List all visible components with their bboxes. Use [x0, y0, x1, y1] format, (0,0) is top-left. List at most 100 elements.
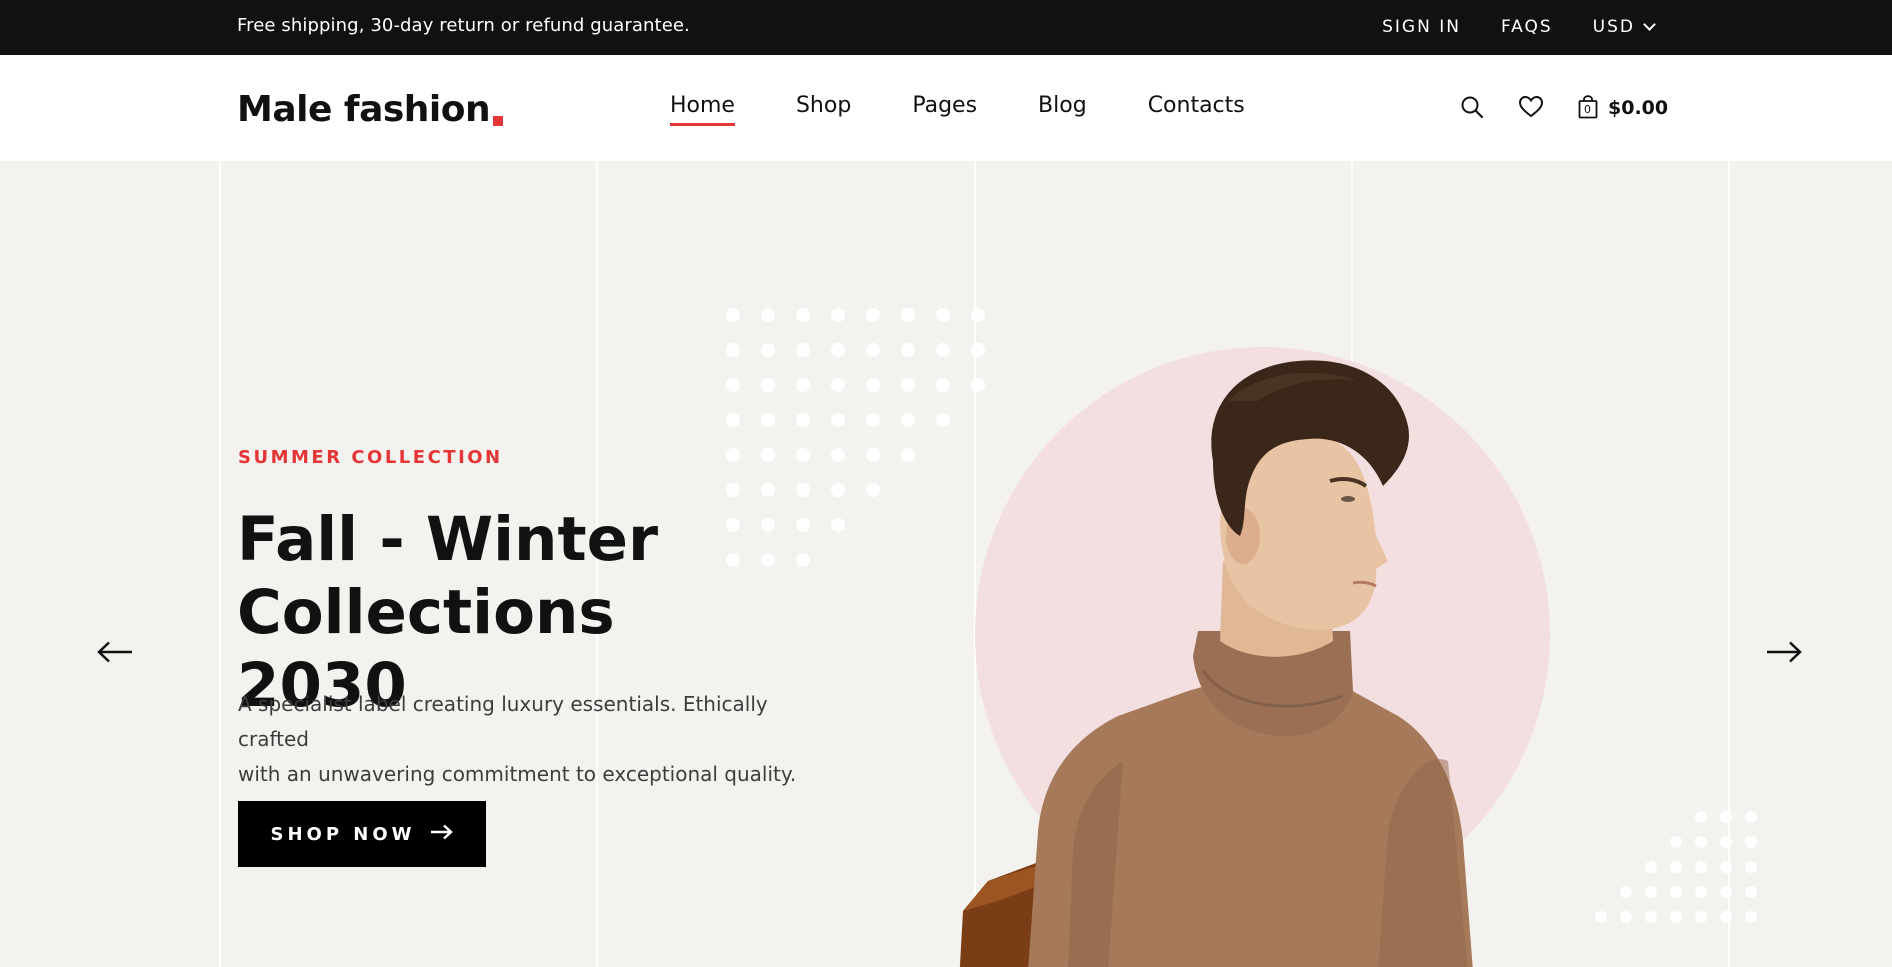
nav-shop[interactable]: Shop — [796, 93, 851, 118]
dot — [1645, 886, 1657, 898]
dot — [866, 308, 880, 322]
logo[interactable]: Male fashion — [237, 89, 504, 130]
shop-now-label: SHOP NOW — [270, 823, 416, 845]
dot — [1670, 911, 1682, 923]
hero-title-line-1: Fall - Winter — [237, 504, 659, 575]
dot — [726, 343, 740, 357]
hero-description-line-2: with an unwavering commitment to excepti… — [238, 762, 797, 786]
dot — [796, 518, 810, 532]
dot — [1720, 836, 1732, 848]
dot — [796, 343, 810, 357]
dot — [866, 413, 880, 427]
dot — [901, 448, 915, 462]
hero-slider: SUMMER COLLECTION Fall - Winter Collecti… — [0, 161, 1892, 967]
main-header: Male fashion Home Shop Pages Blog Contac… — [0, 55, 1892, 161]
logo-dot — [493, 116, 504, 126]
dot — [1695, 911, 1707, 923]
nav-contacts[interactable]: Contacts — [1148, 93, 1245, 118]
dot — [761, 343, 775, 357]
dot — [936, 413, 950, 427]
dot — [1695, 811, 1707, 823]
dot — [796, 413, 810, 427]
dot — [1695, 861, 1707, 873]
dot — [761, 413, 775, 427]
dot — [761, 483, 775, 497]
currency-selector[interactable]: USD — [1592, 17, 1656, 37]
cart-count: 0 — [1584, 103, 1591, 116]
dot — [726, 308, 740, 322]
dot — [1595, 911, 1607, 923]
shopping-bag-icon: 0 — [1578, 95, 1598, 119]
sign-in-link[interactable]: SIGN IN — [1382, 17, 1461, 37]
hero-description-line-1: A specialist label creating luxury essen… — [238, 692, 768, 751]
dot — [1695, 886, 1707, 898]
logo-text: Male fashion — [237, 89, 491, 130]
chevron-down-icon — [1643, 18, 1656, 31]
dot — [1720, 911, 1732, 923]
dot — [761, 378, 775, 392]
dot — [1745, 836, 1757, 848]
dot — [1645, 911, 1657, 923]
search-icon[interactable] — [1460, 95, 1484, 119]
dot — [796, 308, 810, 322]
dot — [831, 378, 845, 392]
dot — [831, 308, 845, 322]
dot — [1720, 886, 1732, 898]
dot — [1720, 811, 1732, 823]
dot — [936, 308, 950, 322]
top-links: SIGN IN FAQS USD — [1382, 17, 1656, 37]
cart-total: $0.00 — [1608, 97, 1669, 119]
dot — [1670, 836, 1682, 848]
grid-line — [219, 161, 221, 967]
next-slide-button[interactable] — [1766, 641, 1802, 667]
nav-blog[interactable]: Blog — [1038, 93, 1087, 118]
heart-icon[interactable] — [1518, 95, 1544, 119]
faqs-link[interactable]: FAQS — [1501, 17, 1553, 37]
nav-pages[interactable]: Pages — [912, 93, 977, 118]
dot — [726, 483, 740, 497]
prev-slide-button[interactable] — [97, 641, 133, 667]
dot — [1745, 911, 1757, 923]
arrow-left-icon — [97, 641, 133, 667]
dot — [1645, 861, 1657, 873]
dot — [761, 308, 775, 322]
dot — [866, 343, 880, 357]
arrow-right-icon — [1766, 641, 1802, 667]
dot — [901, 378, 915, 392]
dot — [936, 343, 950, 357]
shop-now-button[interactable]: SHOP NOW — [238, 801, 486, 867]
dot — [726, 448, 740, 462]
header-icons: 0 $0.00 — [1460, 95, 1668, 119]
hero-subtitle: SUMMER COLLECTION — [238, 447, 503, 468]
dot — [901, 343, 915, 357]
dot — [1670, 861, 1682, 873]
dot — [1745, 811, 1757, 823]
dot — [901, 413, 915, 427]
dot — [796, 448, 810, 462]
shipping-notice: Free shipping, 30-day return or refund g… — [237, 15, 690, 36]
dot — [726, 378, 740, 392]
dot — [1695, 836, 1707, 848]
cart[interactable]: 0 $0.00 — [1578, 95, 1668, 119]
dot — [796, 378, 810, 392]
dot — [726, 413, 740, 427]
arrow-right-icon — [430, 824, 454, 845]
currency-value: USD — [1592, 17, 1635, 37]
dot — [1620, 886, 1632, 898]
dot — [831, 483, 845, 497]
dot — [1745, 861, 1757, 873]
dot — [866, 448, 880, 462]
dot — [901, 308, 915, 322]
top-bar: Free shipping, 30-day return or refund g… — [0, 0, 1892, 55]
dot — [796, 483, 810, 497]
nav-home[interactable]: Home — [670, 93, 735, 126]
main-nav: Home Shop Pages Blog Contacts — [670, 93, 1306, 126]
model-image — [959, 360, 1473, 967]
dot — [831, 413, 845, 427]
dot — [1670, 886, 1682, 898]
dot — [866, 378, 880, 392]
dot — [866, 483, 880, 497]
dot — [1620, 911, 1632, 923]
dot — [1720, 861, 1732, 873]
dot — [936, 378, 950, 392]
